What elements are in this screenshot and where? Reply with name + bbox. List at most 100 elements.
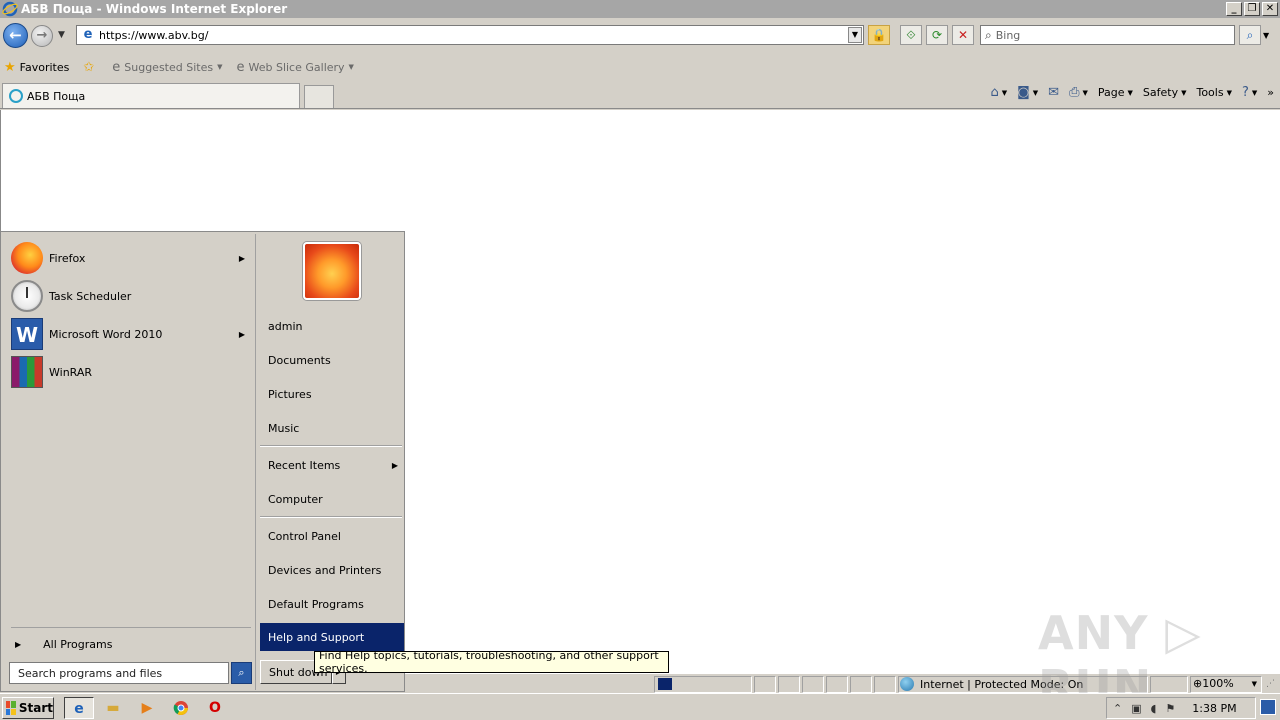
taskbar-opera-icon[interactable]: O: [200, 697, 230, 719]
search-placeholder: Bing: [995, 28, 1021, 42]
all-programs-button[interactable]: ▶ All Programs: [15, 633, 249, 655]
back-button[interactable]: ←: [3, 23, 28, 48]
submenu-arrow-icon: ▶: [391, 460, 398, 470]
address-dropdown[interactable]: ▼: [848, 27, 862, 43]
address-input[interactable]: https://www.abv.bg/: [99, 29, 848, 42]
help-menu[interactable]: ? ▼: [1242, 85, 1257, 100]
window-title: АБВ Поща - Windows Internet Explorer: [21, 2, 288, 16]
status-cell: [754, 676, 776, 693]
program-firefox[interactable]: Firefox ▶: [11, 241, 251, 275]
start-menu: Firefox ▶ Task Scheduler W Microsoft Wor…: [0, 231, 405, 692]
start-button[interactable]: Start: [2, 697, 54, 719]
stop-button[interactable]: ✕: [952, 25, 974, 45]
security-lock-icon[interactable]: 🔒: [868, 25, 890, 45]
taskbar-chrome-icon[interactable]: [166, 697, 196, 719]
forward-button[interactable]: →: [31, 25, 53, 47]
program-label: Microsoft Word 2010: [49, 327, 163, 341]
link-recent-items[interactable]: Recent Items ▶: [260, 451, 404, 479]
web-slice-gallery-button[interactable]: e Web Slice Gallery ▼: [236, 60, 353, 75]
page-menu[interactable]: Page ▼: [1098, 86, 1133, 99]
taskbar-media-player-icon[interactable]: ▶: [132, 697, 162, 719]
start-label: Start: [18, 701, 53, 715]
close-button[interactable]: ✕: [1262, 2, 1278, 16]
search-input[interactable]: ⌕ Bing: [980, 25, 1235, 45]
start-search-placeholder: Search programs and files: [18, 666, 163, 680]
tab-label: АБВ Поща: [27, 89, 86, 103]
clock-icon: [11, 280, 43, 312]
link-devices-and-printers[interactable]: Devices and Printers: [260, 556, 404, 584]
taskbar-ie-icon[interactable]: e: [64, 697, 94, 719]
star-icon: ★: [4, 59, 16, 75]
safety-menu[interactable]: Safety ▼: [1143, 86, 1187, 99]
show-hidden-icons-icon[interactable]: ⌃: [1113, 702, 1122, 715]
clock[interactable]: 1:38 PM: [1192, 702, 1236, 715]
tab-row: АБВ Поща ⌂ ▼ ◙ ▼ ✉ ⎙ ▼ Page ▼ Safety ▼ Tools ▼…: [0, 80, 1280, 109]
address-toolbar: ← → ▼ e https://www.abv.bg/ ▼ 🔒 ⟐ ⟳ ✕ ⌕ …: [0, 18, 1280, 54]
tab-abv[interactable]: АБВ Поща: [2, 83, 300, 108]
submenu-arrow-icon: ▶: [15, 639, 22, 649]
start-search-input[interactable]: Search programs and files: [9, 662, 229, 684]
favorites-button[interactable]: ★ Favorites: [4, 60, 69, 75]
compatibility-view-button[interactable]: ⟐: [900, 25, 922, 45]
link-default-programs[interactable]: Default Programs: [260, 590, 404, 618]
refresh-button[interactable]: ⟳: [926, 25, 948, 45]
more-commands-chevron[interactable]: »: [1267, 86, 1274, 99]
add-to-favorites-bar-button[interactable]: ✩: [83, 60, 98, 75]
program-word-2010[interactable]: W Microsoft Word 2010 ▶: [11, 317, 251, 351]
suggested-sites-button[interactable]: e Suggested Sites ▼: [112, 60, 222, 75]
favorites-label: Favorites: [19, 60, 70, 74]
globe-icon: [900, 677, 914, 691]
page-ie-icon: e: [112, 59, 121, 75]
help-tooltip: Find Help topics, tutorials, troubleshoo…: [314, 649, 669, 675]
link-help-and-support[interactable]: Help and Support: [260, 623, 404, 651]
volume-icon[interactable]: ◖: [1151, 702, 1157, 715]
program-winrar[interactable]: WinRAR: [11, 355, 251, 389]
read-mail-button[interactable]: ✉: [1048, 85, 1059, 100]
windows-logo-icon: [6, 701, 16, 715]
print-button[interactable]: ⎙ ▼: [1069, 85, 1088, 100]
search-icon[interactable]: ⌕: [231, 662, 252, 684]
command-bar: ⌂ ▼ ◙ ▼ ✉ ⎙ ▼ Page ▼ Safety ▼ Tools ▼ ? ▼ »: [990, 85, 1274, 100]
minimize-button[interactable]: _: [1226, 2, 1242, 16]
taskbar-explorer-icon[interactable]: ▬: [98, 697, 128, 719]
recent-pages-dropdown[interactable]: ▼: [58, 30, 65, 40]
maximize-button[interactable]: ❐: [1244, 2, 1260, 16]
start-menu-programs: Firefox ▶ Task Scheduler W Microsoft Wor…: [3, 234, 253, 690]
status-cell: [826, 676, 848, 693]
help-icon: ?: [1241, 85, 1249, 100]
printer-icon: ⎙: [1069, 85, 1080, 100]
favorites-bar: ★ Favorites ✩ e Suggested Sites ▼ e Web …: [0, 54, 1280, 80]
start-menu-places: admin Documents Pictures Music Recent It…: [255, 234, 404, 690]
link-music[interactable]: Music: [260, 414, 404, 442]
search-go-button[interactable]: ⌕: [1239, 25, 1261, 45]
show-desktop-button[interactable]: [1260, 699, 1276, 715]
page-ie-icon: e: [83, 27, 93, 42]
word-icon: W: [11, 318, 43, 350]
link-pictures[interactable]: Pictures: [260, 380, 404, 408]
tools-menu[interactable]: Tools ▼: [1196, 86, 1232, 99]
system-tray: ⌃ ▣ ◖ ⚑ 1:38 PM: [1106, 697, 1256, 719]
flag-icon[interactable]: ⚑: [1165, 702, 1175, 715]
search-options-dropdown[interactable]: ▼: [1263, 31, 1269, 40]
divider: [260, 516, 402, 518]
link-admin[interactable]: admin: [260, 312, 404, 340]
firefox-icon: [11, 242, 43, 274]
taskbar: Start e ▬ ▶ O ⌃ ▣ ◖ ⚑ 1:38 PM: [0, 693, 1280, 720]
new-tab-button[interactable]: [304, 85, 334, 108]
link-documents[interactable]: Documents: [260, 346, 404, 374]
ie-logo-icon: [2, 1, 18, 17]
link-control-panel[interactable]: Control Panel: [260, 522, 404, 550]
home-button[interactable]: ⌂ ▼: [990, 85, 1007, 100]
back-arrow-icon: ←: [9, 26, 22, 44]
program-task-scheduler[interactable]: Task Scheduler: [11, 279, 251, 313]
address-input-box[interactable]: e https://www.abv.bg/ ▼: [76, 25, 864, 45]
forward-arrow-icon: →: [36, 28, 48, 43]
network-icon[interactable]: ▣: [1131, 702, 1141, 715]
feeds-button[interactable]: ◙ ▼: [1017, 85, 1038, 100]
rss-icon: ◙: [1017, 85, 1030, 100]
link-computer[interactable]: Computer: [260, 485, 404, 513]
suggested-sites-label: Suggested Sites: [124, 60, 214, 74]
search-icon: ⌕: [985, 27, 992, 42]
user-avatar[interactable]: [303, 242, 361, 300]
home-icon: ⌂: [990, 85, 999, 100]
